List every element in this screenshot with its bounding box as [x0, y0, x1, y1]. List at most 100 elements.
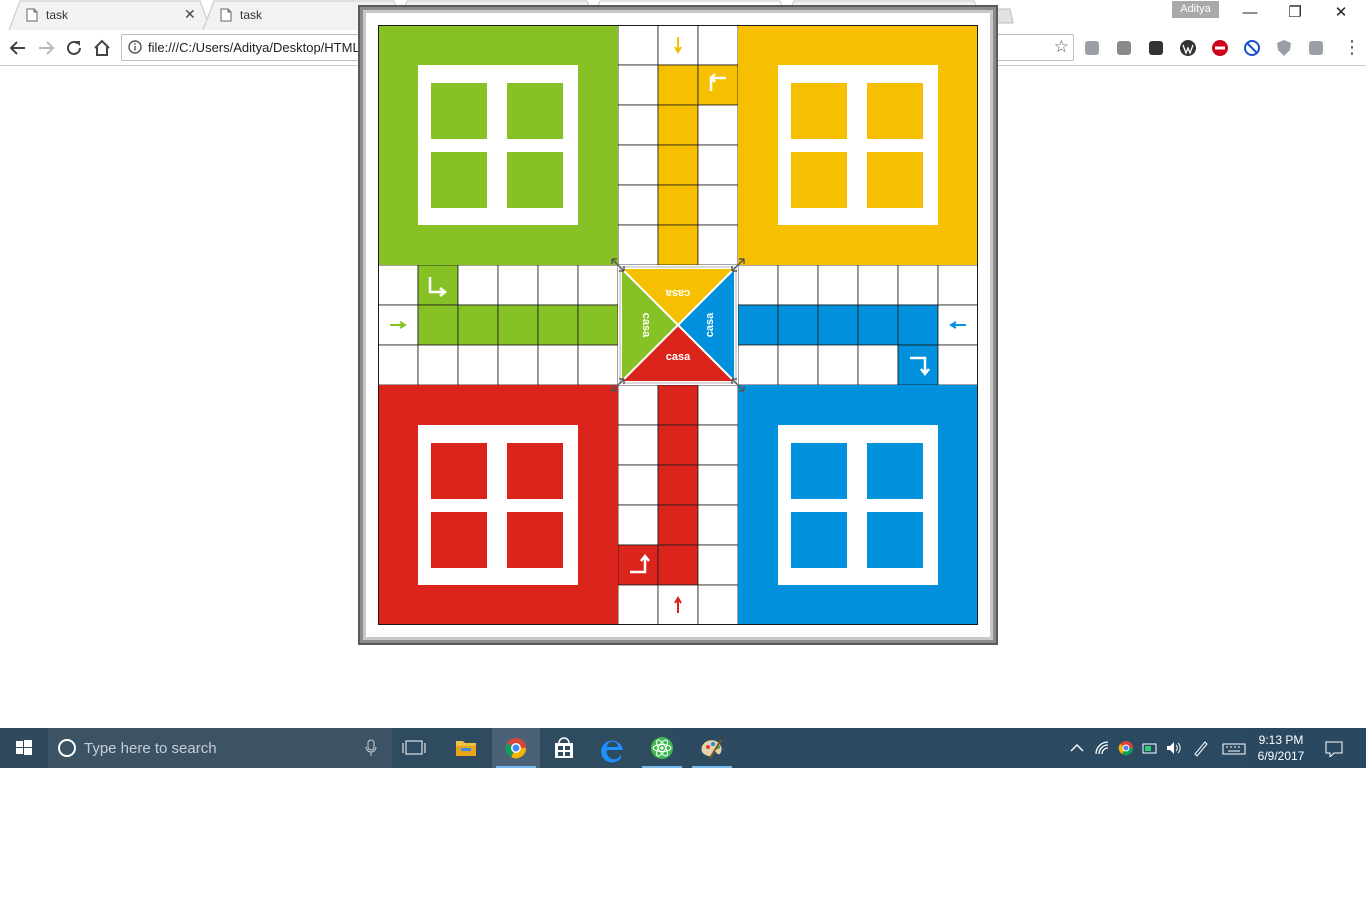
paint-icon — [701, 739, 722, 759]
yellow-token-slot — [791, 83, 847, 139]
green-token-slot — [431, 83, 487, 139]
forward-button[interactable] — [34, 36, 58, 60]
paint-taskbar-button[interactable] — [688, 728, 736, 768]
tab-close-icon[interactable]: ✕ — [184, 7, 196, 21]
cortana-icon — [58, 739, 76, 757]
clock-date: 6/9/2017 — [1257, 749, 1305, 763]
track-cell — [657, 504, 699, 546]
track-cell — [737, 304, 779, 346]
track-cell — [697, 224, 739, 266]
reload-icon — [67, 40, 81, 55]
forward-arrow-icon — [39, 41, 55, 55]
track-cell — [657, 384, 699, 426]
ext-icon-3[interactable] — [1147, 39, 1165, 57]
pen-icon[interactable] — [1192, 739, 1210, 757]
info-icon[interactable] — [128, 40, 142, 54]
track-cell — [737, 344, 779, 386]
track-cell — [697, 25, 739, 66]
page-icon — [26, 8, 38, 22]
edge-taskbar-button[interactable] — [590, 728, 638, 768]
track-cell — [737, 264, 779, 306]
track-cell — [817, 304, 859, 346]
tab-0[interactable]: task ✕ — [8, 0, 224, 30]
track-cell — [417, 304, 459, 346]
red-token-slot — [431, 443, 487, 499]
minimize-button[interactable]: — — [1227, 3, 1273, 23]
task-view-taskbar-button[interactable] — [392, 728, 440, 768]
home-label-top: casa — [665, 287, 690, 299]
track-cell — [857, 344, 899, 386]
back-button[interactable] — [6, 36, 30, 60]
windows-logo-icon — [16, 740, 32, 755]
track-cell — [697, 104, 739, 146]
store-taskbar-button[interactable] — [540, 728, 588, 768]
track-cell — [537, 264, 579, 306]
track-cell — [617, 144, 659, 186]
track-cell — [577, 304, 619, 346]
track-cell — [457, 344, 499, 386]
green-token-slot — [507, 83, 563, 139]
track-cell — [617, 184, 659, 226]
track-cell — [697, 144, 739, 186]
track-cell — [457, 304, 499, 346]
track-cell — [897, 344, 939, 386]
battery-icon[interactable] — [1141, 739, 1159, 757]
ext-icon-1[interactable] — [1083, 39, 1101, 57]
wifi-icon[interactable] — [1093, 739, 1111, 757]
track-cell — [897, 264, 939, 306]
track-cell — [617, 424, 659, 466]
track-cell — [937, 344, 978, 386]
atom-taskbar-button[interactable] — [638, 728, 686, 768]
block-icon[interactable] — [1243, 39, 1261, 57]
wordpress-icon[interactable] — [1179, 39, 1197, 57]
reload-button[interactable] — [62, 36, 86, 60]
volume-icon[interactable] — [1165, 739, 1183, 757]
track-cell — [897, 304, 939, 346]
chrome-tray-icon[interactable] — [1117, 739, 1135, 757]
track-cell — [857, 304, 899, 346]
bookmark-star-icon[interactable]: ☆ — [1054, 37, 1069, 57]
track-cell — [657, 224, 699, 266]
track-cell — [617, 224, 659, 266]
track-cell — [617, 25, 659, 66]
taskbar-search-box[interactable]: Type here to search — [48, 728, 392, 768]
file-explorer-taskbar-button[interactable] — [442, 728, 490, 768]
adblock-icon[interactable] — [1211, 39, 1229, 57]
track-cell — [697, 384, 739, 426]
chrome-taskbar-button[interactable] — [492, 728, 540, 768]
track-cell — [857, 264, 899, 306]
close-window-button[interactable]: ✕ — [1318, 3, 1364, 23]
tab-title: task — [46, 8, 69, 22]
keyboard-icon[interactable] — [1222, 739, 1246, 757]
track-cell — [657, 144, 699, 186]
back-arrow-icon — [9, 41, 25, 55]
track-cell — [697, 424, 739, 466]
track-cell — [577, 344, 619, 386]
track-cell — [777, 304, 819, 346]
file-explorer-icon — [456, 741, 476, 756]
ext-icon-2[interactable] — [1115, 39, 1133, 57]
system-clock[interactable]: 9:13 PM 6/9/2017 — [1250, 732, 1312, 764]
store-icon — [555, 737, 573, 758]
track-cell — [617, 384, 659, 426]
red-token-slot — [507, 512, 563, 568]
windows-taskbar: Type here to search 9:13 PM 6/9/2017 — [0, 728, 1366, 768]
track-cell — [657, 464, 699, 506]
home-button[interactable] — [90, 36, 114, 60]
start-button[interactable] — [0, 728, 48, 768]
menu-icon[interactable]: ⋮ — [1343, 38, 1361, 56]
green-token-slot — [507, 152, 563, 208]
track-cell — [378, 264, 419, 306]
restore-button[interactable]: ❐ — [1272, 3, 1318, 23]
track-cell — [617, 64, 659, 106]
home-label-right: casa — [704, 312, 716, 337]
microphone-icon[interactable] — [364, 739, 378, 757]
track-cell — [697, 464, 739, 506]
track-cell — [617, 544, 659, 586]
shield-icon[interactable] — [1275, 39, 1293, 57]
task-view-icon — [402, 740, 426, 755]
action-center-icon[interactable] — [1324, 739, 1344, 757]
profile-button[interactable]: Aditya — [1172, 1, 1219, 18]
ext-icon-8[interactable] — [1307, 39, 1325, 57]
show-hidden-icons-icon[interactable] — [1068, 739, 1086, 757]
